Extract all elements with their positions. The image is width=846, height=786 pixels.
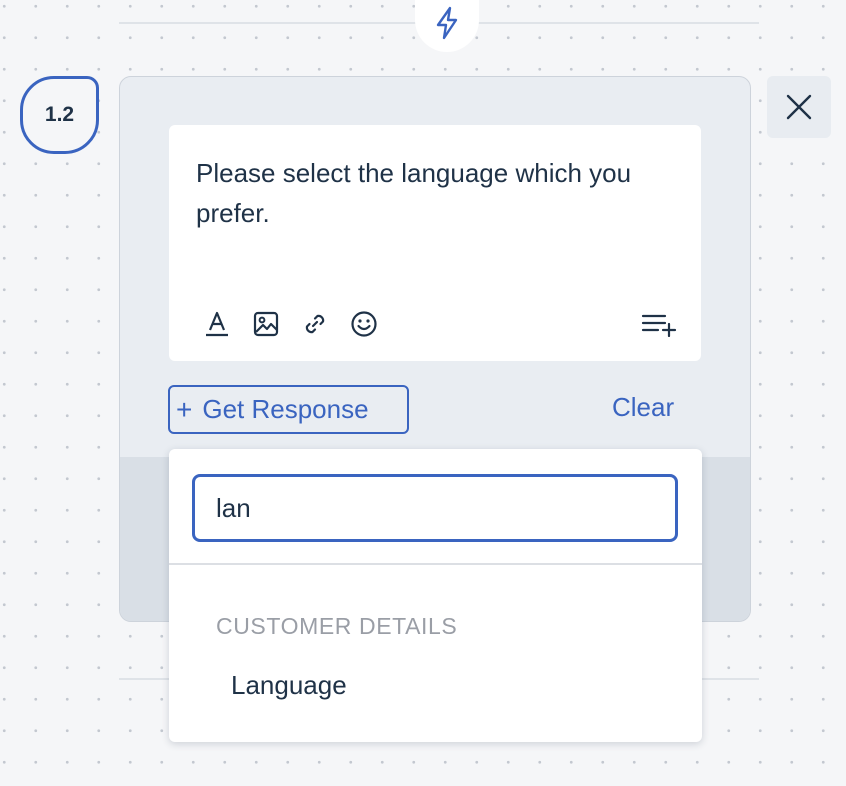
lightning-icon: [436, 6, 458, 40]
option-language[interactable]: Language: [216, 662, 656, 708]
close-button[interactable]: [767, 76, 831, 138]
text-format-icon[interactable]: [200, 307, 234, 341]
trigger-node[interactable]: [415, 0, 479, 52]
get-response-label: Get Response: [202, 394, 369, 424]
step-number-badge: 1.2: [20, 76, 99, 154]
image-icon[interactable]: [249, 307, 283, 341]
message-text[interactable]: Please select the language which you pre…: [196, 153, 666, 233]
plus-icon: +: [176, 393, 193, 425]
close-icon: [786, 94, 812, 120]
clear-button[interactable]: Clear: [612, 392, 674, 423]
link-icon[interactable]: [298, 307, 332, 341]
emoji-icon[interactable]: [347, 307, 381, 341]
get-response-button[interactable]: + Get Response: [168, 385, 409, 434]
response-dropdown: CUSTOMER DETAILS Language: [169, 449, 702, 742]
dropdown-divider: [169, 563, 702, 565]
group-header-customer-details: CUSTOMER DETAILS: [216, 613, 458, 639]
message-editor[interactable]: Please select the language which you pre…: [169, 125, 701, 361]
add-list-icon[interactable]: [639, 307, 679, 341]
search-input[interactable]: [192, 474, 678, 542]
